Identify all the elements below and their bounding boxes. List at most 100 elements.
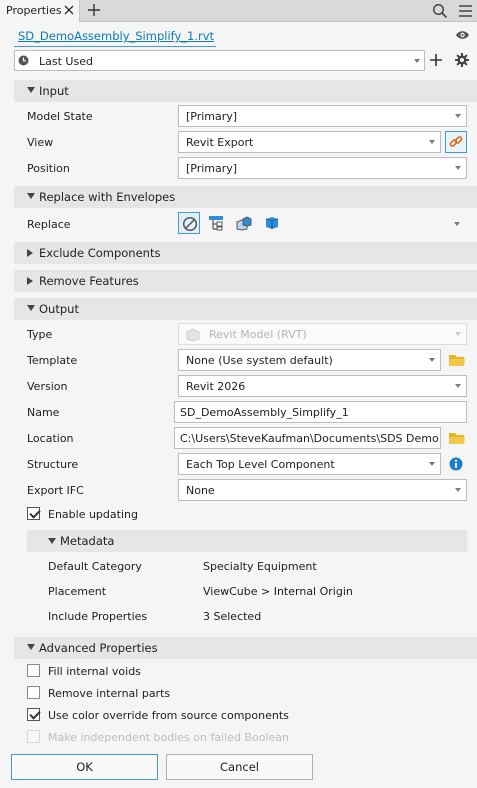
tab-bar: Properties bbox=[0, 0, 477, 22]
model-state-dropdown[interactable]: [Primary] bbox=[178, 105, 467, 127]
replace-none-button[interactable] bbox=[178, 212, 200, 234]
single-box-icon bbox=[265, 217, 279, 229]
position-label: Position bbox=[27, 162, 70, 175]
expand-icon bbox=[27, 277, 33, 285]
preset-value: Last Used bbox=[39, 55, 93, 68]
type-label: Type bbox=[27, 328, 53, 341]
section-title: Remove Features bbox=[39, 274, 139, 288]
clock-icon bbox=[18, 55, 29, 66]
folder-icon[interactable] bbox=[448, 353, 466, 367]
position-dropdown[interactable]: [Primary] bbox=[178, 157, 467, 179]
structure-label: Structure bbox=[27, 458, 79, 471]
metadata-value[interactable]: Specialty Equipment bbox=[203, 560, 317, 573]
search-icon[interactable] bbox=[432, 3, 448, 19]
cancel-button[interactable]: Cancel bbox=[166, 754, 313, 780]
metadata-key: Include Properties bbox=[48, 610, 148, 623]
chevron-down-icon bbox=[429, 140, 435, 144]
section-replace-envelopes[interactable]: Replace with Envelopes bbox=[14, 186, 477, 208]
section-output[interactable]: Output bbox=[14, 298, 477, 320]
menu-icon[interactable] bbox=[458, 4, 473, 18]
structure-dropdown[interactable]: Each Top Level Component bbox=[178, 453, 441, 475]
close-icon[interactable] bbox=[62, 3, 76, 17]
revit-model-icon bbox=[186, 328, 200, 342]
section-exclude-components[interactable]: Exclude Components bbox=[14, 242, 477, 264]
add-preset-icon[interactable] bbox=[430, 53, 442, 67]
color-override-label: Use color override from source component… bbox=[48, 709, 289, 722]
location-value: C:\Users\SteveKaufman\Documents\SDS Demo… bbox=[180, 432, 438, 445]
chevron-down-icon[interactable] bbox=[454, 222, 460, 226]
bounding-hierarchy-icon bbox=[209, 216, 223, 231]
chevron-down-icon bbox=[455, 384, 461, 388]
collapse-icon bbox=[27, 193, 35, 199]
section-title: Input bbox=[39, 84, 69, 98]
name-input[interactable]: SD_DemoAssembly_Simplify_1 bbox=[174, 401, 467, 423]
section-remove-features[interactable]: Remove Features bbox=[14, 270, 477, 292]
eye-icon[interactable] bbox=[455, 29, 470, 41]
version-label: Version bbox=[27, 380, 68, 393]
section-title: Replace with Envelopes bbox=[39, 190, 176, 204]
metadata-title: Metadata bbox=[60, 534, 115, 548]
info-icon[interactable] bbox=[449, 457, 463, 471]
location-input[interactable]: C:\Users\SteveKaufman\Documents\SDS Demo… bbox=[174, 427, 441, 449]
replace-label: Replace bbox=[27, 218, 71, 231]
version-dropdown[interactable]: Revit 2026 bbox=[178, 375, 467, 397]
chevron-down-icon bbox=[414, 59, 420, 63]
independent-bodies-checkbox bbox=[27, 730, 40, 743]
metadata-key: Placement bbox=[48, 585, 107, 598]
fill-voids-checkbox[interactable] bbox=[27, 664, 40, 677]
template-label: Template bbox=[27, 354, 78, 367]
chevron-down-icon bbox=[455, 114, 461, 118]
remove-parts-label: Remove internal parts bbox=[48, 687, 171, 700]
name-value: SD_DemoAssembly_Simplify_1 bbox=[180, 406, 349, 419]
folder-icon[interactable] bbox=[448, 431, 466, 445]
tab-title: Properties bbox=[6, 4, 62, 17]
metadata-value[interactable]: ViewCube > Internal Origin bbox=[203, 585, 353, 598]
view-dropdown[interactable]: Revit Export bbox=[178, 131, 441, 153]
enable-updating-label: Enable updating bbox=[48, 508, 138, 521]
section-title: Advanced Properties bbox=[39, 641, 158, 655]
chevron-down-icon bbox=[429, 462, 435, 466]
chevron-down-icon bbox=[455, 488, 461, 492]
preset-dropdown[interactable]: Last Used bbox=[14, 50, 425, 71]
section-advanced-properties[interactable]: Advanced Properties bbox=[14, 637, 477, 659]
replace-single-box-button[interactable] bbox=[261, 212, 283, 234]
type-dropdown: Revit Model (RVT) bbox=[178, 323, 467, 345]
chevron-down-icon bbox=[455, 166, 461, 170]
metadata-key: Default Category bbox=[48, 560, 142, 573]
chain-link-icon bbox=[449, 136, 463, 147]
link-view-button[interactable] bbox=[445, 131, 467, 153]
type-value: Revit Model (RVT) bbox=[209, 328, 307, 341]
parts-box-icon bbox=[236, 216, 252, 231]
structure-value: Each Top Level Component bbox=[186, 458, 335, 471]
replace-parts-box-button[interactable] bbox=[233, 212, 255, 234]
collapse-icon bbox=[48, 538, 56, 544]
section-title: Output bbox=[39, 302, 79, 316]
chevron-down-icon bbox=[455, 332, 461, 336]
position-value: [Primary] bbox=[186, 162, 238, 175]
none-icon bbox=[182, 216, 198, 232]
view-value: Revit Export bbox=[186, 136, 254, 149]
independent-bodies-label: Make independent bodies on failed Boolea… bbox=[48, 731, 289, 744]
section-title: Exclude Components bbox=[39, 246, 161, 260]
ok-button[interactable]: OK bbox=[11, 754, 158, 780]
name-label: Name bbox=[27, 406, 60, 419]
file-link[interactable]: SD_DemoAssembly_Simplify_1.rvt bbox=[18, 29, 214, 43]
section-input[interactable]: Input bbox=[14, 80, 477, 102]
tab-properties[interactable]: Properties bbox=[0, 0, 80, 22]
collapse-icon bbox=[27, 87, 35, 93]
template-value: None (Use system default) bbox=[186, 354, 333, 367]
template-dropdown[interactable]: None (Use system default) bbox=[178, 349, 441, 371]
replace-bounding-hierarchy-button[interactable] bbox=[205, 212, 227, 234]
collapse-icon bbox=[27, 305, 35, 311]
metadata-header[interactable]: Metadata bbox=[27, 530, 467, 552]
metadata-value[interactable]: 3 Selected bbox=[203, 610, 261, 623]
enable-updating-checkbox[interactable] bbox=[27, 507, 40, 520]
remove-parts-checkbox[interactable] bbox=[27, 686, 40, 699]
add-tab-icon[interactable] bbox=[87, 3, 101, 17]
fill-voids-label: Fill internal voids bbox=[48, 665, 141, 678]
export-ifc-dropdown[interactable]: None bbox=[178, 479, 467, 501]
model-state-value: [Primary] bbox=[186, 110, 238, 123]
export-ifc-value: None bbox=[186, 484, 215, 497]
color-override-checkbox[interactable] bbox=[27, 708, 40, 721]
gear-icon[interactable] bbox=[455, 53, 469, 67]
